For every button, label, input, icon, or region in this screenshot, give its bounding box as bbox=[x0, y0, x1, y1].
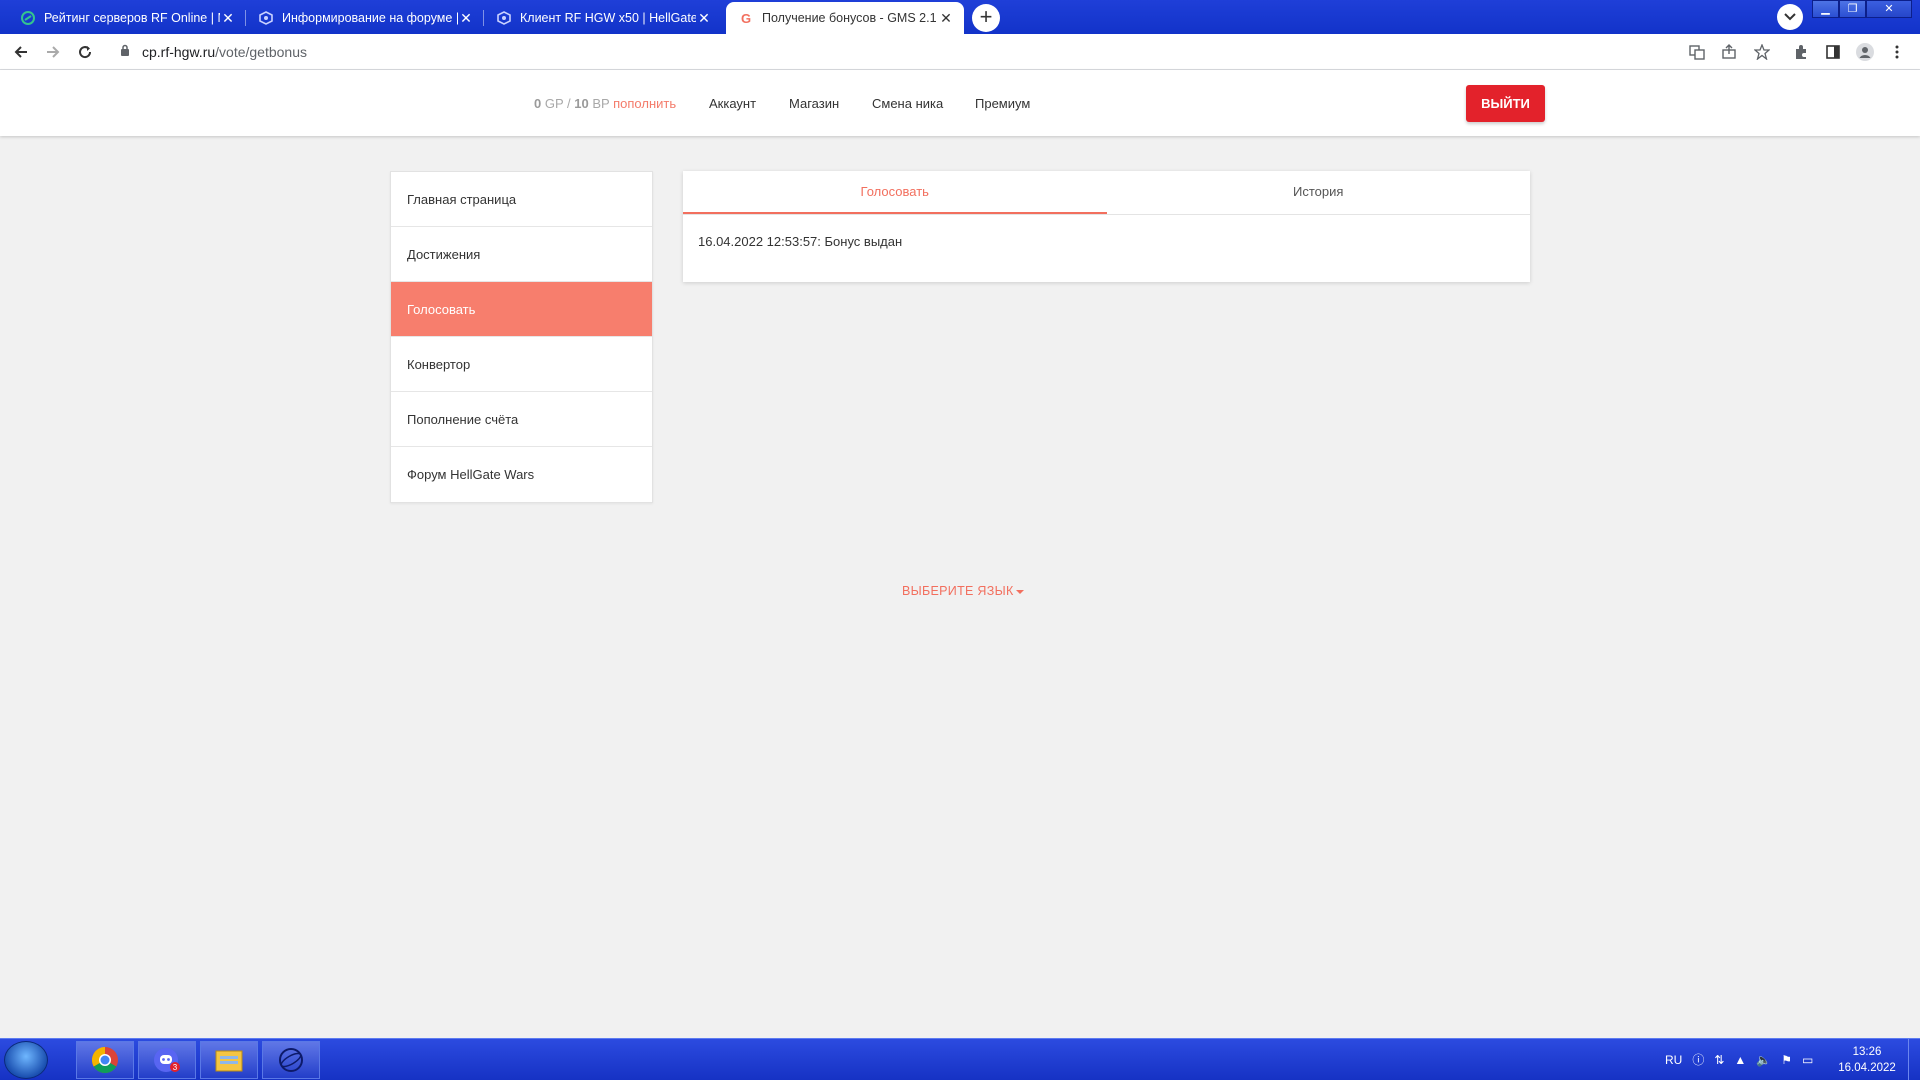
chrome-icon bbox=[91, 1046, 118, 1074]
extensions-icon[interactable] bbox=[1792, 43, 1810, 61]
reload-icon[interactable] bbox=[74, 41, 96, 63]
tab-vote[interactable]: Голосовать bbox=[683, 171, 1107, 214]
clock-time: 13:26 bbox=[1852, 1046, 1882, 1058]
translate-icon[interactable] bbox=[1688, 43, 1706, 61]
card-tabs: Голосовать История bbox=[683, 171, 1530, 215]
folder-icon bbox=[215, 1050, 243, 1072]
share-icon[interactable] bbox=[1720, 43, 1738, 61]
url-path: /vote/getbonus bbox=[215, 44, 307, 60]
network-icon[interactable]: ⇅ bbox=[1714, 1053, 1724, 1067]
browser-tab-title: Клиент RF HGW x50 | HellGate W bbox=[520, 11, 696, 25]
url-domain: cp.rf-hgw.ru bbox=[142, 44, 216, 60]
volume-icon[interactable]: 🔈 bbox=[1756, 1053, 1771, 1067]
profile-avatar-icon[interactable] bbox=[1856, 43, 1874, 61]
minimize-button[interactable]: ▁ bbox=[1812, 0, 1839, 18]
browser-tab-title: Получение бонусов - GMS 2.1 bbox=[762, 11, 937, 25]
sidebar-item-vote[interactable]: Голосовать bbox=[391, 282, 652, 337]
bookmark-star-icon[interactable] bbox=[1753, 43, 1771, 61]
close-window-button[interactable]: ✕ bbox=[1866, 0, 1912, 18]
caret-down-icon bbox=[1015, 589, 1024, 594]
balance: 0 GP / 10 BP пополнить bbox=[534, 96, 676, 111]
nav-account[interactable]: Аккаунт bbox=[709, 96, 756, 111]
gp-value: 0 bbox=[534, 96, 542, 111]
back-icon[interactable] bbox=[10, 41, 32, 63]
forum-hex-icon bbox=[258, 10, 274, 26]
close-tab-icon[interactable]: ✕ bbox=[220, 10, 236, 27]
gms-g-icon: G bbox=[740, 10, 752, 26]
chevron-up-icon[interactable]: ▲ bbox=[1734, 1053, 1746, 1067]
forum-hex-icon bbox=[496, 10, 512, 26]
sidebar-item-forum[interactable]: Форум HellGate Wars bbox=[391, 447, 652, 502]
nav-premium[interactable]: Премиум bbox=[975, 96, 1030, 111]
chevron-down-icon bbox=[1784, 13, 1796, 21]
discord-taskbar-button[interactable]: 3 bbox=[138, 1041, 196, 1079]
tab-history[interactable]: История bbox=[1107, 171, 1531, 214]
flag-icon[interactable]: ⚑ bbox=[1781, 1053, 1792, 1067]
chrome-taskbar-button[interactable] bbox=[76, 1041, 134, 1079]
sidebar-item-topup[interactable]: Пополнение счёта bbox=[391, 392, 652, 447]
bp-value: 10 bbox=[574, 96, 589, 111]
restore-button[interactable]: ❐ bbox=[1839, 0, 1866, 18]
system-tray: RU ⓘ ⇅ ▲ 🔈 ⚑ ▭ bbox=[1665, 1051, 1813, 1068]
browser-tab-title: Рейтинг серверов RF Online | M bbox=[44, 11, 220, 25]
address-bar[interactable]: cp.rf-hgw.ru/vote/getbonus bbox=[108, 38, 1888, 66]
sidebar: Главная страница Достижения Голосовать К… bbox=[390, 171, 653, 503]
side-panel-icon[interactable] bbox=[1824, 43, 1842, 61]
help-icon[interactable]: ⓘ bbox=[1692, 1051, 1704, 1068]
tray-language[interactable]: RU bbox=[1665, 1053, 1682, 1067]
browser-tab-active[interactable]: G Получение бонусов - GMS 2.1 ✕ bbox=[726, 2, 964, 34]
window-controls: ▁ ❐ ✕ bbox=[1812, 0, 1912, 18]
language-label: ВЫБЕРИТЕ ЯЗЫК bbox=[902, 584, 1014, 598]
sidebar-item-converter[interactable]: Конвертор bbox=[391, 337, 652, 392]
balance-separator: / bbox=[567, 96, 571, 111]
close-tab-icon[interactable]: ✕ bbox=[938, 10, 954, 27]
new-tab-button[interactable]: + bbox=[972, 4, 1000, 32]
close-tab-icon[interactable]: ✕ bbox=[458, 10, 474, 27]
taskbar: 3 RU ⓘ ⇅ ▲ 🔈 ⚑ ▭ 13:26 16.04.2022 bbox=[0, 1038, 1920, 1080]
topup-link[interactable]: пополнить bbox=[613, 96, 676, 111]
tab-search-button[interactable] bbox=[1777, 4, 1803, 30]
browser-tab[interactable]: Рейтинг серверов RF Online | M ✕ bbox=[8, 2, 246, 34]
logout-button[interactable]: ВЫЙТИ bbox=[1466, 85, 1545, 122]
browser-tab[interactable]: Информирование на форуме | ✕ bbox=[246, 2, 484, 34]
start-button[interactable] bbox=[4, 1041, 48, 1079]
display-icon[interactable]: ▭ bbox=[1802, 1053, 1813, 1067]
app-taskbar-button[interactable] bbox=[262, 1041, 320, 1079]
gp-unit: GP bbox=[544, 96, 564, 111]
vote-card: Голосовать История 16.04.2022 12:53:57: … bbox=[683, 171, 1530, 282]
browser-toolbar: cp.rf-hgw.ru/vote/getbonus bbox=[0, 34, 1920, 70]
bonus-message: 16.04.2022 12:53:57: Бонус выдан bbox=[698, 234, 903, 249]
lock-icon bbox=[120, 44, 130, 62]
nav-change-nick[interactable]: Смена ника bbox=[872, 96, 943, 111]
sidebar-item-achievements[interactable]: Достижения bbox=[391, 227, 652, 282]
globe-ring-icon bbox=[279, 1048, 303, 1072]
nav-shop[interactable]: Магазин bbox=[789, 96, 839, 111]
close-tab-icon[interactable]: ✕ bbox=[696, 10, 712, 27]
clock-date: 16.04.2022 bbox=[1838, 1062, 1896, 1074]
explorer-taskbar-button[interactable] bbox=[200, 1041, 258, 1079]
site-header: 0 GP / 10 BP пополнить Аккаунт Магазин С… bbox=[0, 70, 1920, 136]
bp-unit: BP bbox=[592, 96, 610, 111]
svg-text:3: 3 bbox=[173, 1063, 178, 1072]
language-selector[interactable]: ВЫБЕРИТЕ ЯЗЫК bbox=[902, 584, 1024, 598]
sidebar-item-home[interactable]: Главная страница bbox=[391, 172, 652, 227]
menu-kebab-icon[interactable] bbox=[1888, 43, 1906, 61]
leaf-icon bbox=[20, 10, 36, 26]
browser-tab-title: Информирование на форуме | bbox=[282, 11, 458, 25]
browser-tab-strip: Рейтинг серверов RF Online | M ✕ Информи… bbox=[0, 0, 1920, 34]
discord-icon: 3 bbox=[154, 1048, 180, 1072]
clock[interactable]: 13:26 16.04.2022 bbox=[1836, 1044, 1898, 1076]
forward-icon[interactable] bbox=[42, 41, 64, 63]
show-desktop-button[interactable] bbox=[1908, 1039, 1920, 1080]
browser-tab[interactable]: Клиент RF HGW x50 | HellGate W ✕ bbox=[484, 2, 722, 34]
